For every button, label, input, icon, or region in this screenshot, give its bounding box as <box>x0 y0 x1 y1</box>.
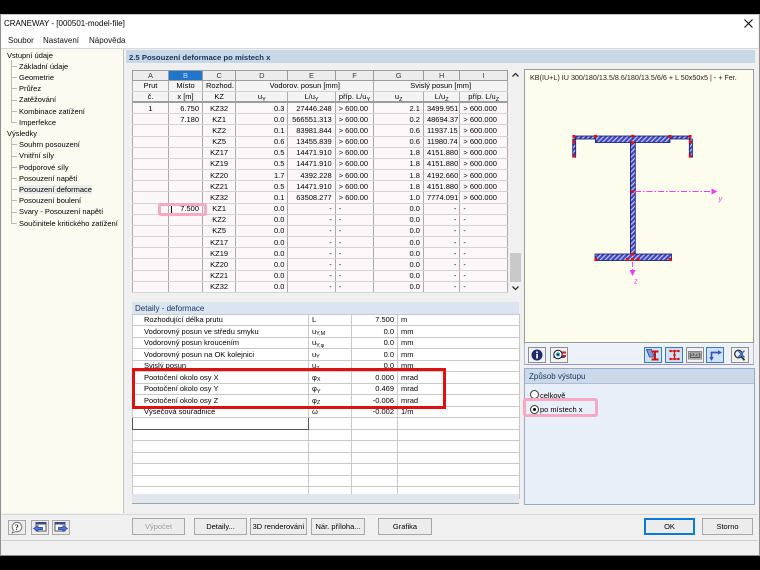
svg-text:?: ? <box>15 523 19 532</box>
svg-text:123: 123 <box>690 353 699 359</box>
svg-text:y: y <box>718 194 724 203</box>
svg-text:z: z <box>633 277 638 286</box>
